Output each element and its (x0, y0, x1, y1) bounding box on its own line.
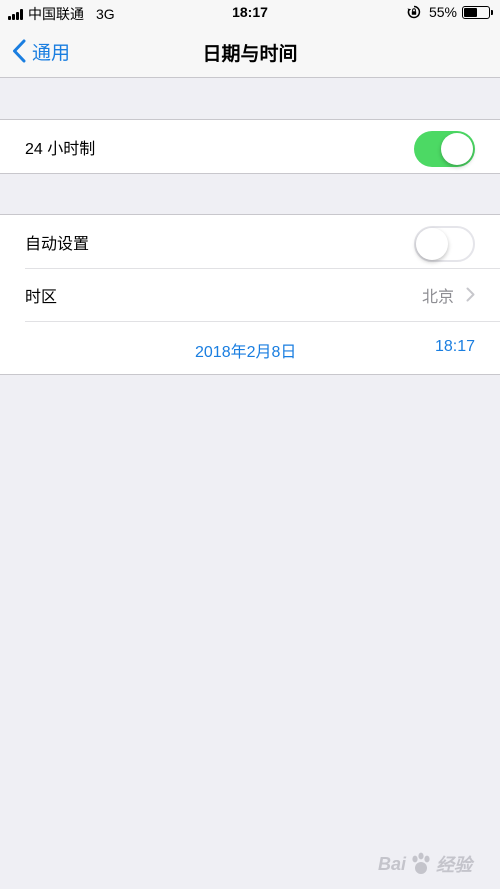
watermark-text-right: 经验 (436, 855, 472, 875)
network-type: 3G (96, 6, 115, 22)
carrier-name: 中国联通 (28, 6, 84, 22)
back-button[interactable]: 通用 (12, 36, 70, 66)
toggle-knob (416, 228, 448, 260)
hour24-row: 24 小时制 (0, 120, 500, 173)
signal-strength-icon (8, 8, 24, 20)
battery-percent: 55% (428, 4, 457, 20)
timezone-value: 北京 (421, 288, 454, 306)
status-bar: 中国联通 3G 18:17 55% (0, 0, 500, 26)
timezone-label: 时区 (25, 288, 58, 306)
status-right: 55% (407, 4, 493, 20)
battery-fill (464, 7, 478, 17)
hour24-label: 24 小时制 (25, 140, 96, 158)
navigation-bar: 通用 日期与时间 (0, 26, 500, 78)
auto-set-label: 自动设置 (25, 235, 90, 253)
watermark-text-left: Bai (377, 853, 406, 874)
paw-logo-icon (412, 852, 430, 874)
auto-set-toggle[interactable] (414, 226, 475, 262)
timezone-row[interactable]: 时区 北京 (0, 268, 500, 321)
battery-icon (462, 5, 493, 19)
toggle-knob (441, 133, 473, 165)
hour24-toggle[interactable] (414, 131, 475, 167)
orientation-lock-icon (407, 5, 421, 19)
settings-group-hour-format: 24 小时制 (0, 119, 500, 174)
settings-group-datetime: 自动设置 时区 北京 2018年2月8日 18:17 (0, 214, 500, 375)
chevron-left-icon (13, 39, 26, 63)
status-left: 中国联通 3G (8, 4, 115, 24)
chevron-right-icon (466, 287, 475, 302)
page-title: 日期与时间 (202, 44, 298, 65)
timezone-value-container: 北京 (422, 268, 475, 321)
time-value[interactable]: 18:17 (435, 338, 475, 356)
date-time-row: 2018年2月8日 18:17 (0, 321, 500, 374)
baidu-watermark: Bai 经验 (378, 851, 472, 877)
auto-set-row: 自动设置 (0, 215, 500, 268)
date-value[interactable]: 2018年2月8日 (195, 338, 296, 362)
back-label: 通用 (32, 42, 71, 64)
